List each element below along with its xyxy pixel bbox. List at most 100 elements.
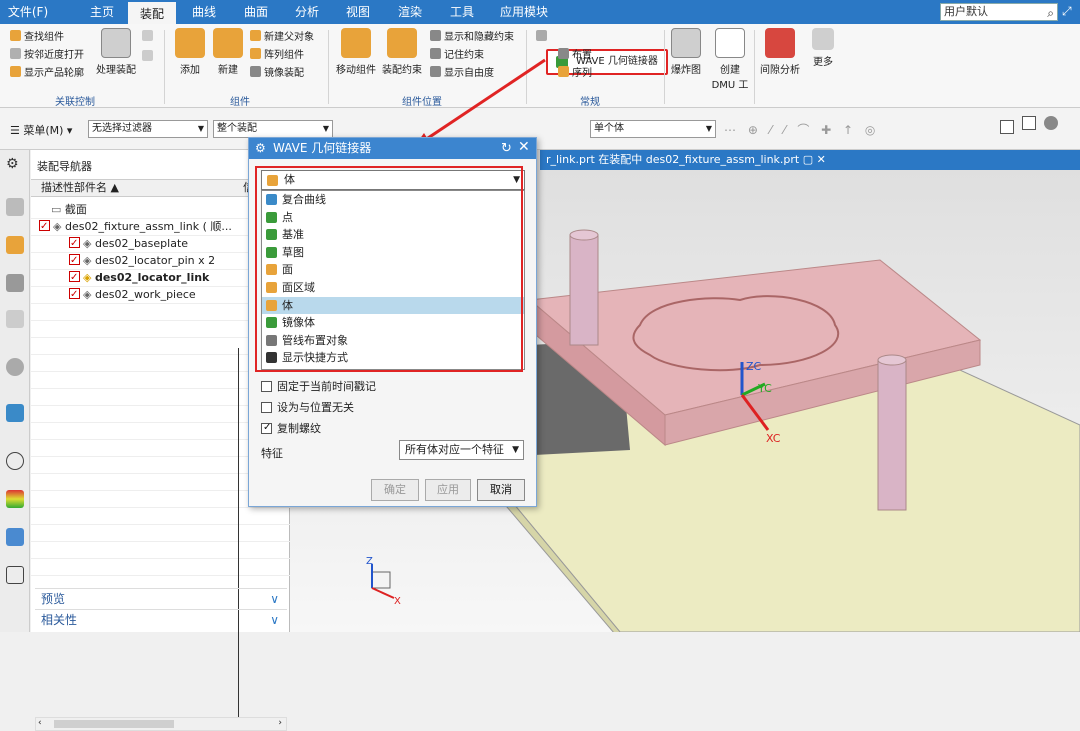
menu-item[interactable]: 分析 — [285, 0, 329, 24]
view-icon[interactable] — [1000, 120, 1014, 134]
dialog-title-bar[interactable]: ⚙ WAVE 几何链接器 ↻ ✕ — [249, 138, 536, 159]
separator — [328, 30, 329, 104]
apply-button[interactable]: 应用 — [425, 479, 471, 501]
web-browser-icon[interactable] — [6, 404, 24, 422]
role-search-input[interactable]: 用户默认 ⌕ — [940, 3, 1058, 21]
type-option[interactable]: 体 — [262, 296, 524, 314]
part-navigator-icon[interactable] — [6, 198, 24, 216]
filter-select[interactable]: 无选择过滤器 ▼ — [88, 120, 208, 138]
process-assembly-button[interactable]: 处理装配 — [94, 28, 138, 76]
menu-item[interactable]: 文件(F) — [0, 0, 56, 24]
fix-timestamp-checkbox[interactable]: 固定于当前时间戳记 — [261, 380, 376, 394]
window-restore-icon[interactable]: ⤢ — [1062, 4, 1072, 19]
open-by-proximity-button[interactable]: 按邻近度打开 — [10, 48, 84, 62]
interference-button[interactable]: 间隙分析 — [758, 28, 802, 76]
move-component-icon — [341, 28, 371, 58]
type-option[interactable]: 管线布置对象 — [262, 332, 524, 349]
array-component-button[interactable]: 阵列组件 — [250, 48, 304, 62]
tree-row[interactable]: ◈ des02_locator_pin x 2 — [69, 252, 215, 269]
visibility-checkbox[interactable] — [69, 235, 80, 252]
sequence-button[interactable]: 序列 — [558, 66, 592, 80]
copy-icon[interactable] — [142, 30, 156, 44]
visibility-checkbox[interactable] — [69, 269, 80, 286]
show-hide-constraint-button[interactable]: 显示和隐藏约束 — [430, 30, 514, 44]
constraint-icon — [387, 28, 417, 58]
menu-item[interactable]: 主页 — [80, 0, 124, 24]
palette-icon[interactable] — [6, 490, 24, 508]
type-option[interactable]: 显示快捷方式 — [262, 349, 524, 366]
menu-item[interactable]: 曲面 — [234, 0, 278, 24]
find-component-button[interactable]: 查找组件 — [10, 30, 64, 44]
render-icon[interactable] — [1044, 116, 1058, 130]
dependency-panel[interactable]: 相关性 ∨ — [35, 609, 287, 629]
search-icon[interactable]: ⌕ — [1047, 5, 1054, 21]
type-option[interactable]: 面区域 — [262, 279, 524, 296]
scope-select[interactable]: 整个装配 ▼ — [213, 120, 333, 138]
menu-item[interactable]: 渲染 — [388, 0, 432, 24]
type-option[interactable]: 基准 — [262, 226, 524, 243]
constraint-navigator-icon[interactable] — [6, 274, 24, 292]
menu-item[interactable]: 应用模块 — [492, 0, 556, 24]
assembly-navigator-icon[interactable] — [6, 236, 24, 254]
menu-item[interactable]: 曲线 — [182, 0, 226, 24]
type-option[interactable]: 镜像体 — [262, 314, 524, 331]
link-icon[interactable] — [536, 30, 550, 44]
type-option[interactable]: 复合曲线 — [262, 191, 524, 208]
tree-row[interactable]: ▭ 截面 — [51, 201, 87, 218]
tree-row[interactable]: ◈ des02_baseplate — [69, 235, 188, 252]
separator — [526, 30, 527, 104]
show-product-outline-button[interactable]: 显示产品轮廓 — [10, 66, 84, 80]
new-component-button[interactable]: 新建 — [210, 28, 246, 76]
type-option[interactable]: 点 — [262, 209, 524, 226]
assembly-constraint-button[interactable]: 装配约束 — [380, 28, 424, 76]
snap-icons[interactable]: ⋯ ⊕ ⁄ ⁄ ⌒ ✚ ↑ ◎ — [724, 121, 879, 138]
arrangement-button[interactable]: 布置 — [558, 48, 592, 62]
system-materials-icon[interactable] — [6, 566, 24, 584]
reuse-library-icon[interactable] — [6, 310, 24, 328]
mirror-assembly-button[interactable]: 镜像装配 — [250, 66, 304, 80]
horizontal-scrollbar[interactable]: ‹ › — [35, 717, 287, 731]
paste-icon[interactable] — [142, 50, 156, 64]
move-component-button[interactable]: 移动组件 — [334, 28, 378, 76]
position-independent-checkbox[interactable]: 设为与位置无关 — [261, 401, 354, 415]
menu-item[interactable]: 装配 — [128, 0, 176, 24]
copy-thread-checkbox[interactable]: 复制螺纹 — [261, 421, 321, 436]
visibility-checkbox[interactable] — [69, 286, 80, 303]
body-select[interactable]: 单个体 ▼ — [590, 120, 716, 138]
type-option[interactable]: 面 — [262, 261, 524, 278]
more-button[interactable]: 更多 — [806, 28, 840, 68]
menu-bar: 文件(F) 主页 装配 曲线 曲面 分析 视图 渲染 工具 应用模块 用户默认 ⌕ ⤢ — [0, 0, 1080, 24]
remember-constraint-button[interactable]: 记住约束 — [430, 48, 484, 62]
settings-icon[interactable]: ⚙ — [6, 156, 24, 174]
tree-row[interactable]: ◈ des02_locator_link — [69, 269, 209, 286]
ok-button[interactable]: 确定 — [371, 479, 419, 501]
layout-icon[interactable] — [1022, 116, 1036, 130]
reset-icon[interactable]: ↻ — [501, 138, 512, 159]
separator — [754, 30, 755, 104]
visibility-checkbox[interactable] — [69, 252, 80, 269]
type-option[interactable]: 草图 — [262, 244, 524, 261]
menu-item[interactable]: 工具 — [440, 0, 484, 24]
cancel-button[interactable]: 取消 — [477, 479, 525, 501]
create-dmu-button[interactable]: 创建 DMU 工 — [708, 28, 752, 91]
show-dof-button[interactable]: 显示自由度 — [430, 66, 494, 80]
gear-icon[interactable]: ⚙ — [255, 138, 266, 159]
close-icon[interactable]: ✕ — [518, 137, 530, 158]
history-icon[interactable] — [6, 358, 24, 376]
clock-icon[interactable] — [6, 452, 24, 470]
component-icon: ◈ — [83, 254, 95, 267]
column-divider[interactable] — [238, 348, 239, 718]
roles-icon[interactable] — [6, 528, 24, 546]
menu-button[interactable]: ☰ 菜单(M) ▾ — [10, 122, 72, 138]
new-parent-button[interactable]: 新建父对象 — [250, 30, 314, 44]
type-select[interactable]: 体 ▼ — [261, 170, 525, 190]
grid-line — [31, 524, 290, 525]
preview-panel[interactable]: 预览 ∨ — [35, 588, 287, 608]
exploded-view-button[interactable]: 爆炸图 — [668, 28, 704, 76]
tree-row[interactable]: ◈ des02_fixture_assm_link ( 顺... — [39, 218, 232, 235]
add-component-button[interactable]: 添加 — [172, 28, 208, 76]
feature-select[interactable]: 所有体对应一个特征 ▼ — [399, 440, 524, 460]
menu-item[interactable]: 视图 — [336, 0, 380, 24]
tree-row[interactable]: ◈ des02_work_piece — [69, 286, 196, 303]
visibility-checkbox[interactable] — [39, 218, 50, 235]
